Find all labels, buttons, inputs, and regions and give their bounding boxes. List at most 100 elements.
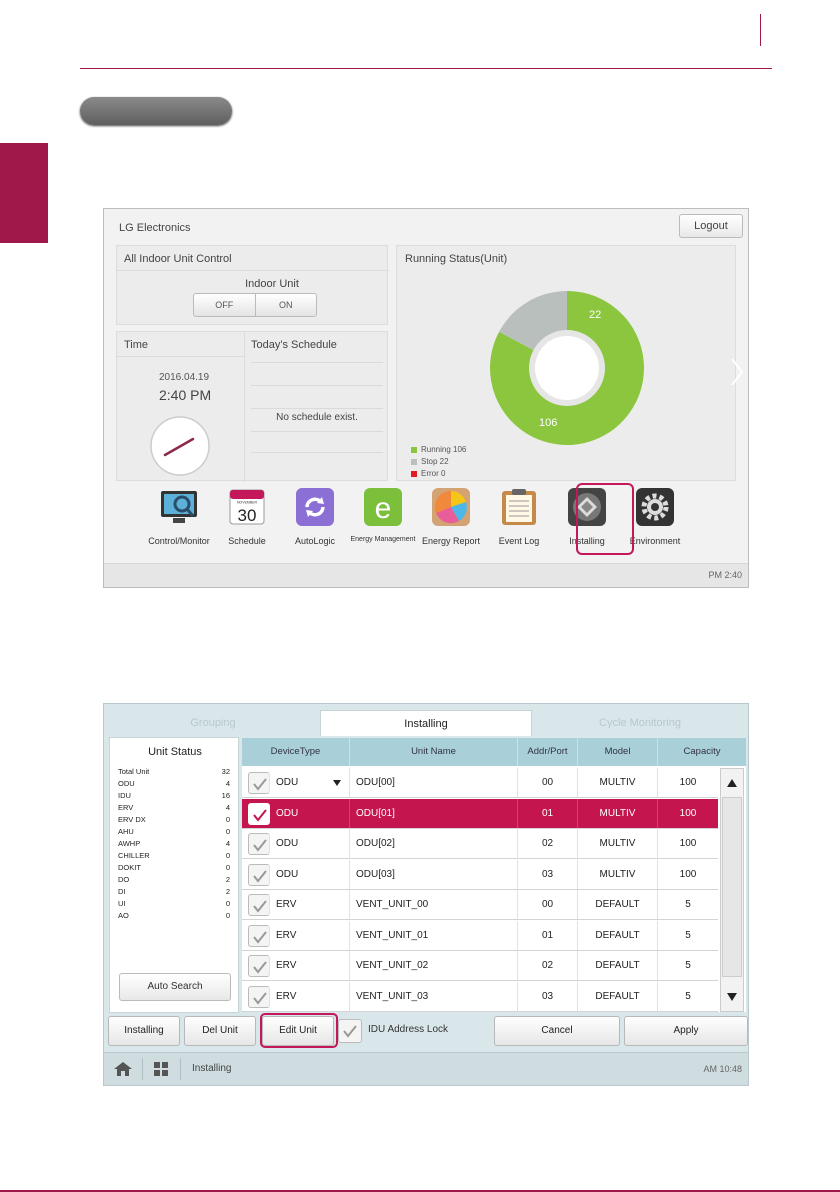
devicetype-cell[interactable]: ERV xyxy=(242,981,350,1011)
logout-button[interactable]: Logout xyxy=(679,214,743,238)
unit-status-row: Total Unit 32 xyxy=(118,766,230,778)
schedule-title: Today's Schedule xyxy=(251,339,337,351)
tab-cycle-monitoring[interactable]: Cycle Monitoring xyxy=(534,710,746,736)
tab-grouping[interactable]: Grouping xyxy=(108,710,318,736)
devicetype-cell[interactable]: ODU xyxy=(242,768,350,797)
table-row[interactable]: ODU ODU[02] 02 MULTIV 100 xyxy=(242,829,718,859)
unit-name-cell: VENT_UNIT_00 xyxy=(350,890,518,919)
indoor-control-title: All Indoor Unit Control xyxy=(124,253,232,265)
table-scrollbar[interactable] xyxy=(720,768,744,1012)
check-icon xyxy=(253,930,267,944)
next-page-chevron-icon[interactable] xyxy=(730,357,744,385)
model-cell: DEFAULT xyxy=(578,920,658,950)
unit-status-label: ERV DX xyxy=(118,815,146,824)
app-event-log[interactable]: Event Log xyxy=(482,487,556,546)
model-cell: DEFAULT xyxy=(578,951,658,980)
row-checkbox[interactable] xyxy=(248,985,270,1008)
devicetype-cell[interactable]: ODU xyxy=(242,859,350,889)
unit-status-row: CHILLER 0 xyxy=(118,850,230,862)
addr-cell: 00 xyxy=(518,768,578,797)
devicetype-cell[interactable]: ODU xyxy=(242,798,350,828)
capacity-cell: 5 xyxy=(685,899,691,910)
model-cell: MULTIV xyxy=(578,859,658,889)
capacity-cell: 100 xyxy=(679,777,697,788)
table-row[interactable]: ODU ODU[01] 01 MULTIV 100 xyxy=(242,798,718,829)
devicetype-cell[interactable]: ERV xyxy=(242,951,350,980)
col-unit-name[interactable]: Unit Name xyxy=(350,738,518,766)
table-row[interactable]: ERV VENT_UNIT_01 01 DEFAULT 5 xyxy=(242,920,718,951)
row-checkbox[interactable] xyxy=(248,863,270,886)
unit-name-cell: ODU[02] xyxy=(350,829,518,858)
calendar-month: NOVEMBER xyxy=(237,501,258,505)
idu-lock-checkbox[interactable] xyxy=(338,1019,362,1043)
row-checkbox[interactable] xyxy=(248,924,270,947)
brand-title: LG Electronics xyxy=(119,222,191,234)
no-schedule-text: No schedule exist. xyxy=(276,412,358,423)
tab-installing[interactable]: Installing xyxy=(320,710,532,736)
app-energy-report[interactable]: Energy Report xyxy=(414,487,488,546)
chapter-tab xyxy=(0,143,48,243)
unit-status-label: ERV xyxy=(118,803,134,812)
table-row[interactable]: ODU ODU[03] 03 MULTIV 100 xyxy=(242,859,718,890)
unit-status-label: IDU xyxy=(118,791,131,800)
app-control-monitor[interactable]: Control/Monitor xyxy=(142,487,216,546)
time-text: 2:40 PM xyxy=(159,387,212,403)
unit-name-cell: VENT_UNIT_02 xyxy=(350,951,518,980)
unit-status-value: 0 xyxy=(225,827,230,836)
row-checkbox[interactable] xyxy=(248,772,270,794)
donut-running-label: 106 xyxy=(539,417,557,429)
addr-cell: 00 xyxy=(518,890,578,919)
devicetype-cell[interactable]: ERV xyxy=(242,920,350,950)
app-energy-management[interactable]: e Energy Management xyxy=(346,487,420,544)
capacity-cell: 100 xyxy=(679,868,697,880)
row-checkbox[interactable] xyxy=(248,894,270,916)
col-devicetype[interactable]: DeviceType xyxy=(242,738,350,766)
col-model[interactable]: Model xyxy=(578,738,658,766)
unit-status-row: DI 2 xyxy=(118,886,230,898)
device-type: ERV xyxy=(276,899,297,910)
unit-status-value: 4 xyxy=(225,803,230,812)
row-checkbox[interactable] xyxy=(248,833,270,855)
capacity-cell: 100 xyxy=(679,838,697,849)
del-unit-button[interactable]: Del Unit xyxy=(184,1016,256,1046)
devicetype-cell[interactable]: ODU xyxy=(242,829,350,858)
home-icon[interactable] xyxy=(114,1062,132,1076)
unit-status-box: Unit Status Total Unit 32 ODU 4 IDU 16 ERV 4 ERV… xyxy=(109,737,239,1013)
app-schedule[interactable]: NOVEMBER 30 Schedule xyxy=(210,487,284,546)
table-row[interactable]: ERV VENT_UNIT_00 00 DEFAULT 5 xyxy=(242,890,718,920)
addr-cell: 01 xyxy=(518,798,578,828)
devicetype-cell[interactable]: ERV xyxy=(242,890,350,919)
time-schedule-panel: Time Today's Schedule 2016.04.19 2:40 PM… xyxy=(116,331,388,482)
analog-clock-icon xyxy=(150,416,210,476)
dropdown-arrow-icon[interactable] xyxy=(333,780,341,786)
apply-button[interactable]: Apply xyxy=(624,1016,748,1046)
model-cell: MULTIV xyxy=(578,798,658,828)
row-checkbox[interactable] xyxy=(248,802,270,825)
indoor-control-panel: All Indoor Unit Control Indoor Unit OFF … xyxy=(116,245,389,325)
app-autologic[interactable]: AutoLogic xyxy=(278,487,352,546)
table-row[interactable]: ERV VENT_UNIT_02 02 DEFAULT 5 xyxy=(242,951,718,981)
col-addr-port[interactable]: Addr/Port xyxy=(518,738,578,766)
donut-stop-label: 22 xyxy=(589,309,601,321)
off-button[interactable]: OFF xyxy=(194,294,255,316)
installing-button[interactable]: Installing xyxy=(108,1016,180,1046)
scroll-thumb[interactable] xyxy=(722,797,742,977)
idu-lock-label: IDU Address Lock xyxy=(368,1024,449,1035)
table-row[interactable]: ERV VENT_UNIT_03 03 DEFAULT 5 xyxy=(242,981,718,1012)
model-cell: DEFAULT xyxy=(578,890,658,919)
on-button[interactable]: ON xyxy=(254,294,317,316)
scroll-up-icon[interactable] xyxy=(727,779,737,787)
device-type: ODU xyxy=(276,807,299,819)
device-type: ERV xyxy=(276,929,297,941)
auto-search-button[interactable]: Auto Search xyxy=(119,973,231,1001)
table-row[interactable]: ODU ODU[00] 00 MULTIV 100 xyxy=(242,768,718,798)
unit-status-label: AWHP xyxy=(118,839,141,848)
unit-status-row: UI 0 xyxy=(118,898,230,910)
scroll-down-icon[interactable] xyxy=(727,993,737,1001)
cancel-button[interactable]: Cancel xyxy=(494,1016,620,1046)
row-checkbox[interactable] xyxy=(248,955,270,977)
status-bar xyxy=(104,563,748,587)
unit-name-cell: ODU[00] xyxy=(350,768,518,797)
col-capacity[interactable]: Capacity xyxy=(658,738,746,766)
grid-menu-icon[interactable] xyxy=(154,1062,168,1076)
